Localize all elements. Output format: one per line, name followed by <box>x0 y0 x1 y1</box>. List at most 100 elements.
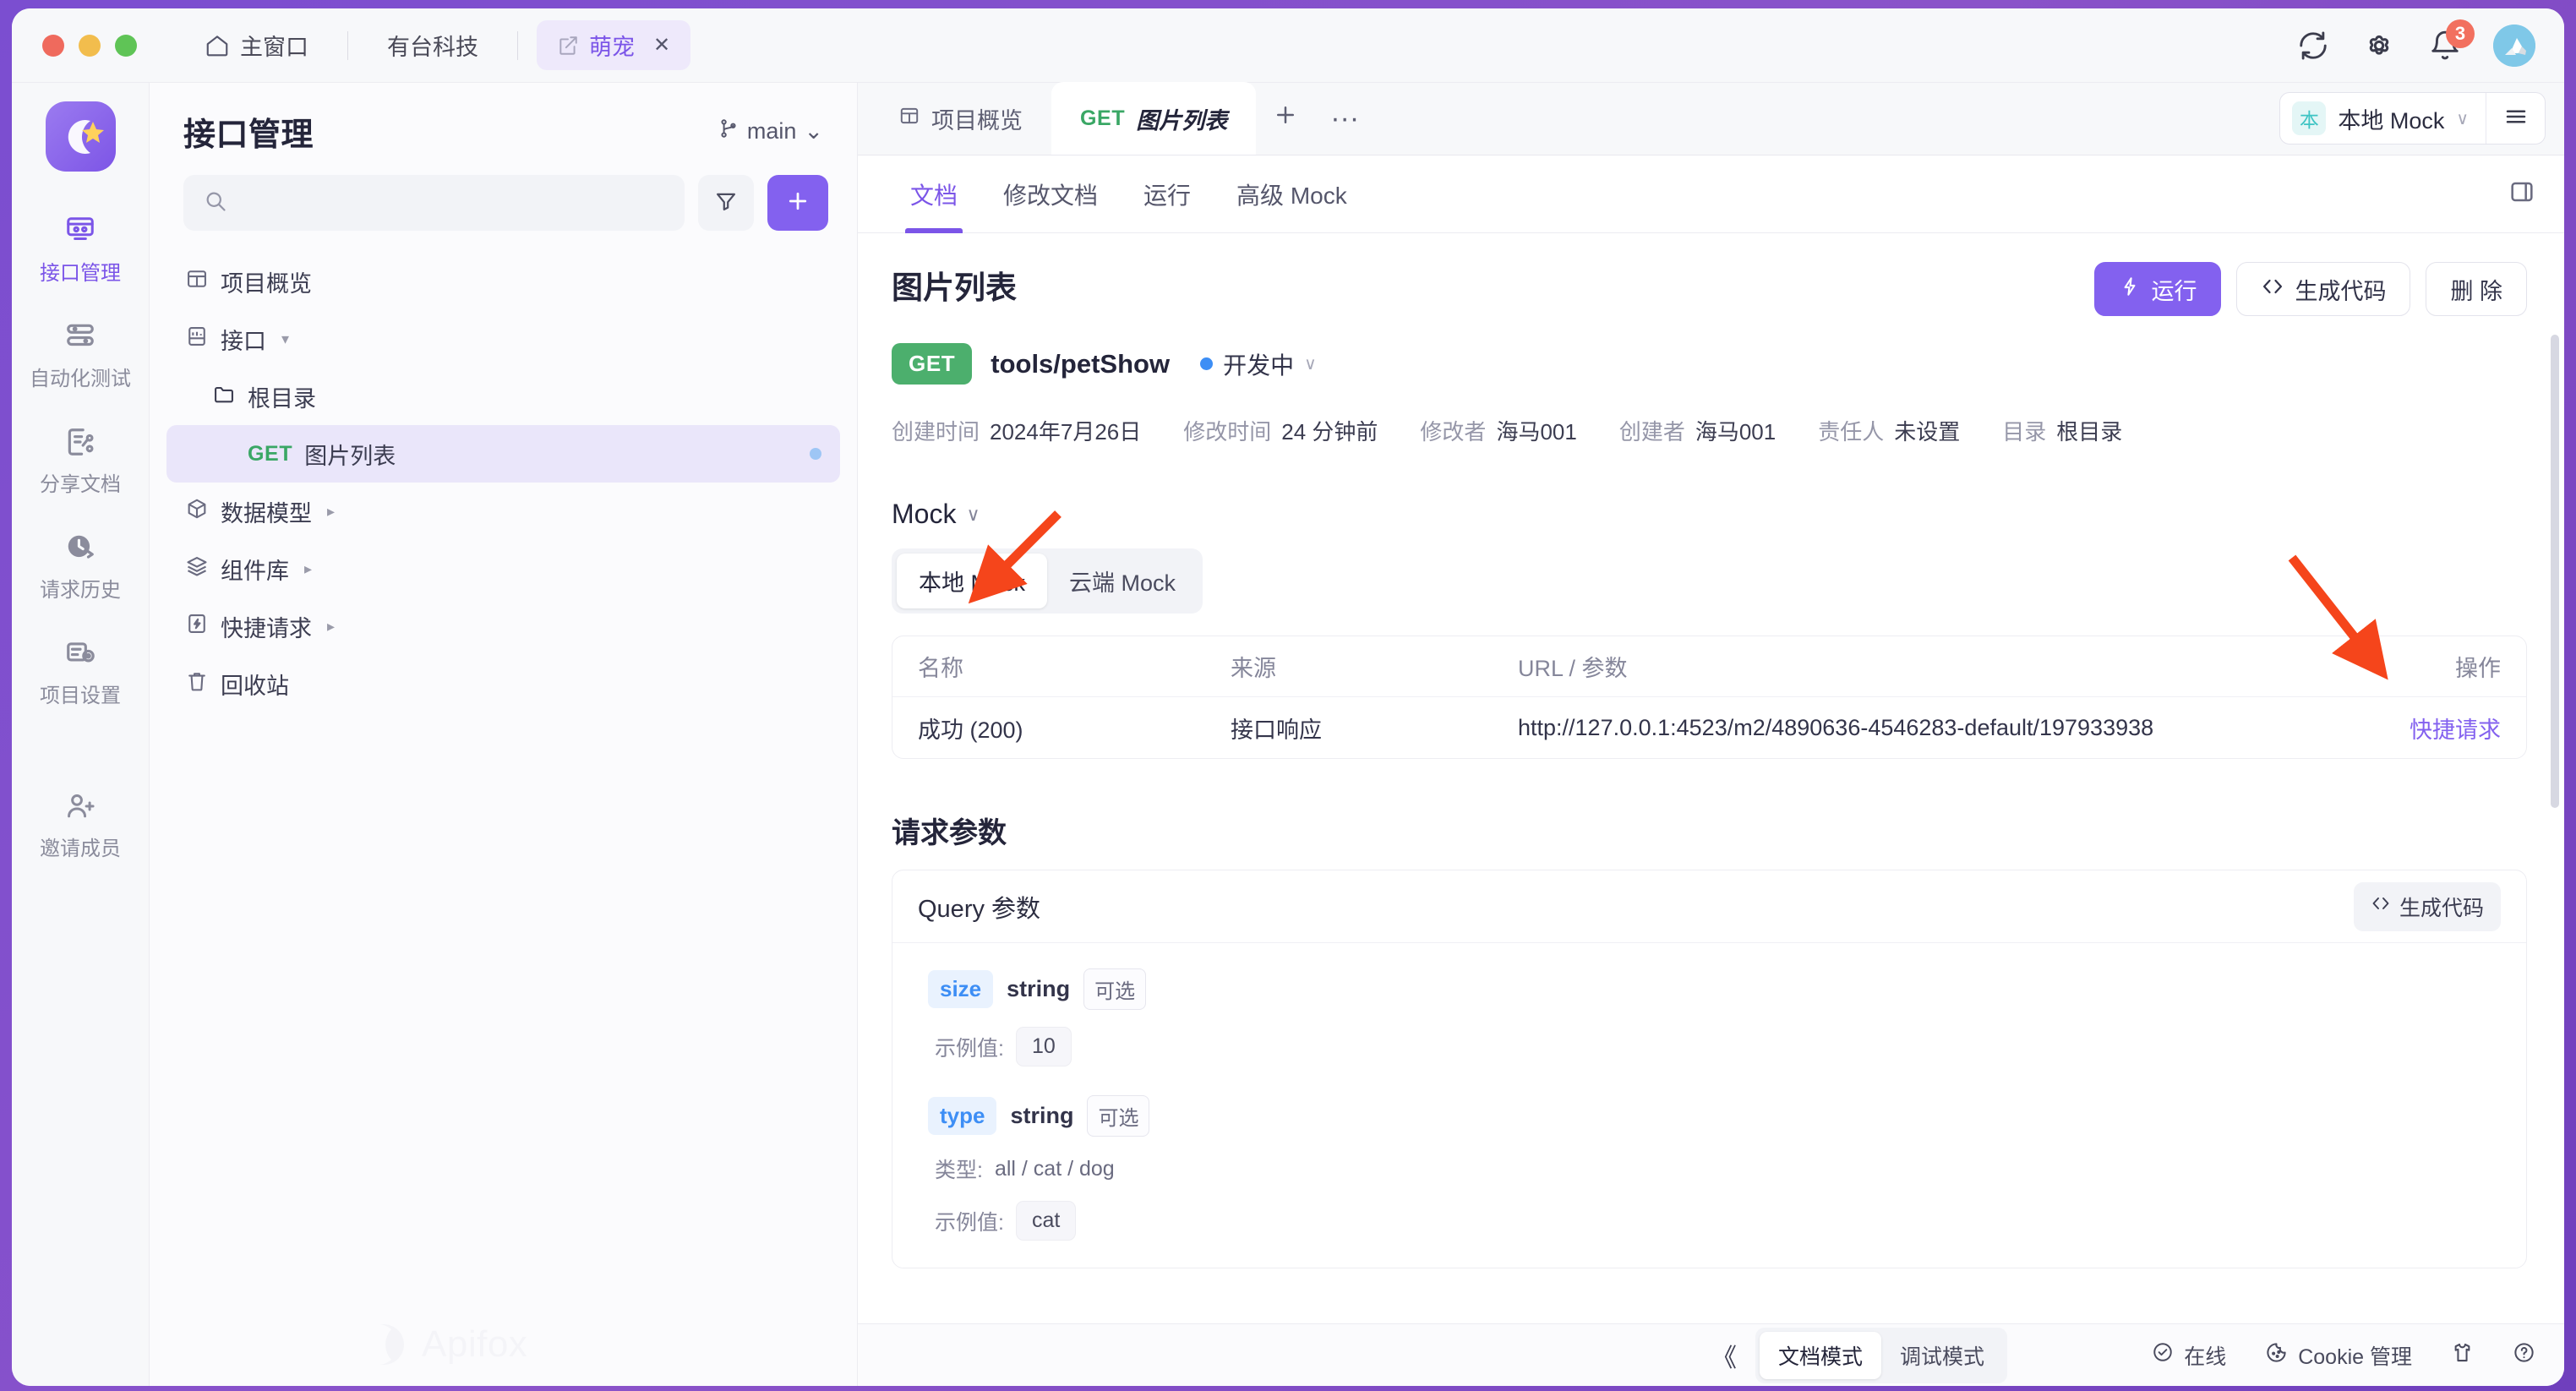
content-scrollbar[interactable] <box>2551 335 2559 808</box>
sync-icon[interactable] <box>2295 28 2331 63</box>
window-tab-main[interactable]: 主窗口 <box>184 20 329 70</box>
tab-divider <box>347 30 348 60</box>
search-box[interactable] <box>183 175 685 231</box>
plus-icon <box>1273 102 1298 135</box>
trash-icon <box>185 669 209 699</box>
sidebar-item-label: 接口管理 <box>40 262 121 285</box>
mock-type-switch: 本地 Mock 云端 Mock <box>892 548 1203 614</box>
sidebar-item-automation-test[interactable]: 自动化测试 <box>18 308 143 400</box>
chevron-right-icon[interactable]: ▸ <box>304 560 312 578</box>
cell-action: 快捷请求 <box>2340 712 2501 745</box>
generate-code-button[interactable]: 生成代码 <box>2236 262 2411 316</box>
tab-advanced-mock[interactable]: 高级 Mock <box>1218 155 1366 233</box>
chevron-down-icon: ∨ <box>1304 355 1317 374</box>
tree-item-image-list[interactable]: GET 图片列表 <box>166 425 840 483</box>
request-params-title: 请求参数 <box>892 817 1007 849</box>
minimize-window-button[interactable] <box>79 34 101 57</box>
window-tab-team[interactable]: 有台科技 <box>367 20 499 70</box>
environment-menu-button[interactable] <box>2486 93 2545 144</box>
tab-run[interactable]: 运行 <box>1125 155 1209 233</box>
share-doc-icon <box>64 424 96 460</box>
mode-debug[interactable]: 调试模式 <box>1881 1332 2003 1379</box>
table-row[interactable]: 成功 (200) 接口响应 http://127.0.0.1:4523/m2/4… <box>892 697 2526 758</box>
maximize-window-button[interactable] <box>115 34 137 57</box>
collapse-icon[interactable]: 《 <box>1711 1337 1737 1374</box>
chevron-down-icon[interactable]: ▾ <box>281 330 289 348</box>
mock-section-header[interactable]: Mock ∨ <box>892 499 2527 530</box>
close-window-button[interactable] <box>42 34 64 57</box>
add-api-button[interactable] <box>767 175 828 231</box>
delete-button[interactable]: 删 除 <box>2426 262 2527 316</box>
avatar[interactable] <box>2493 24 2535 67</box>
window-tab-project[interactable]: 萌宠 ✕ <box>537 20 691 70</box>
sidebar-item-api-manage[interactable]: 接口管理 <box>18 202 143 294</box>
param-type: type string 可选 类型: all / cat / dog 示例值: … <box>928 1095 2501 1241</box>
meta-key: 修改时间 <box>1183 419 1272 445</box>
button-label: 删 除 <box>2450 278 2502 304</box>
cookie-icon <box>2265 1341 2288 1370</box>
tree-item-overview[interactable]: 项目概览 <box>166 253 840 310</box>
hamburger-icon <box>2503 104 2529 134</box>
cell-name: 成功 (200) <box>918 717 1023 743</box>
bell-icon[interactable]: 3 <box>2427 19 2475 63</box>
tab-image-list[interactable]: GET 图片列表 <box>1051 82 1257 155</box>
meta-creator: 创建者 海马001 <box>1619 415 1776 446</box>
tree-item-trash[interactable]: 回收站 <box>166 655 840 712</box>
branch-selector[interactable]: main ⌄ <box>718 117 828 145</box>
method-badge: GET <box>1080 106 1126 130</box>
api-manage-icon <box>64 213 96 248</box>
environment-dropdown[interactable]: 本 本地 Mock ∨ <box>2280 93 2486 144</box>
sidebar-item-request-history[interactable]: 请求历史 <box>18 519 143 611</box>
online-status[interactable]: 在线 <box>2152 1340 2226 1371</box>
new-tab-button[interactable] <box>1256 82 1315 155</box>
theme-button[interactable] <box>2451 1341 2474 1370</box>
tree-item-api[interactable]: 接口 ▾ <box>166 310 840 368</box>
environment-selector: 本 本地 Mock ∨ <box>2279 92 2546 145</box>
chevron-right-icon[interactable]: ▸ <box>327 618 335 635</box>
sidebar-item-invite-member[interactable]: 邀请成员 <box>18 777 143 870</box>
tab-doc[interactable]: 文档 <box>892 155 976 233</box>
status-badge[interactable]: 开发中 ∨ <box>1200 347 1317 381</box>
param-row-label: 类型: <box>935 1159 983 1182</box>
apifox-watermark: Apifox <box>361 1322 527 1367</box>
mode-doc[interactable]: 文档模式 <box>1760 1331 1882 1379</box>
param-name: size <box>928 970 994 1008</box>
window-controls[interactable] <box>42 34 137 57</box>
tree-item-label: 根目录 <box>248 385 316 412</box>
filter-button[interactable] <box>698 175 754 231</box>
cookie-manage-button[interactable]: Cookie 管理 <box>2265 1340 2412 1371</box>
param-example-row: 示例值: cat <box>928 1201 2501 1241</box>
chevron-down-icon: ∨ <box>966 503 980 525</box>
chevron-right-icon[interactable]: ▸ <box>327 503 335 521</box>
panel-toggle-button[interactable] <box>2508 178 2535 210</box>
sidebar-item-share-doc[interactable]: 分享文档 <box>18 413 143 505</box>
tree-item-quick-request[interactable]: 快捷请求 ▸ <box>166 597 840 655</box>
tree-item-component-library[interactable]: 组件库 ▸ <box>166 540 840 597</box>
generate-code-button-query[interactable]: 生成代码 <box>2353 881 2501 931</box>
segment-local-mock[interactable]: 本地 Mock <box>897 554 1048 608</box>
status-bar-right: 在线 Cookie 管理 <box>2152 1340 2535 1371</box>
close-icon[interactable]: ✕ <box>653 33 670 57</box>
tab-project-overview[interactable]: 项目概览 <box>870 82 1051 155</box>
tree-item-data-model[interactable]: 数据模型 ▸ <box>166 483 840 540</box>
meta-key: 目录 <box>2002 419 2047 445</box>
button-label: 生成代码 <box>2399 896 2484 920</box>
sidebar-item-label: 项目设置 <box>40 685 121 707</box>
param-optional-badge: 可选 <box>1083 968 1147 1010</box>
tab-edit-doc[interactable]: 修改文档 <box>985 155 1116 233</box>
run-button[interactable]: 运行 <box>2094 262 2222 316</box>
environment-chip: 本 <box>2292 101 2327 135</box>
api-tree: 项目概览 接口 ▾ 根目录 GET 图片列表 数据模型 ▸ 组件库 ▸ 快捷请求… <box>150 239 857 712</box>
sidebar-item-project-settings[interactable]: 项目设置 <box>18 625 143 717</box>
gear-icon[interactable] <box>2361 28 2397 63</box>
api-metadata-row: 创建时间 2024年7月26日 修改时间 24 分钟前 修改者 海马001 创建… <box>892 415 2527 446</box>
search-input[interactable] <box>239 189 664 216</box>
help-button[interactable] <box>2513 1341 2535 1370</box>
tree-item-root-folder[interactable]: 根目录 <box>166 368 840 425</box>
segment-cloud-mock[interactable]: 云端 Mock <box>1047 554 1198 608</box>
meta-value: 海马001 <box>1695 419 1776 445</box>
app-logo[interactable] <box>45 101 116 172</box>
cell-url: http://127.0.0.1:4523/m2/4890636-4546283… <box>1518 714 2154 740</box>
tab-more-button[interactable]: ··· <box>1315 82 1374 155</box>
quick-request-link[interactable]: 快捷请求 <box>2410 717 2501 743</box>
